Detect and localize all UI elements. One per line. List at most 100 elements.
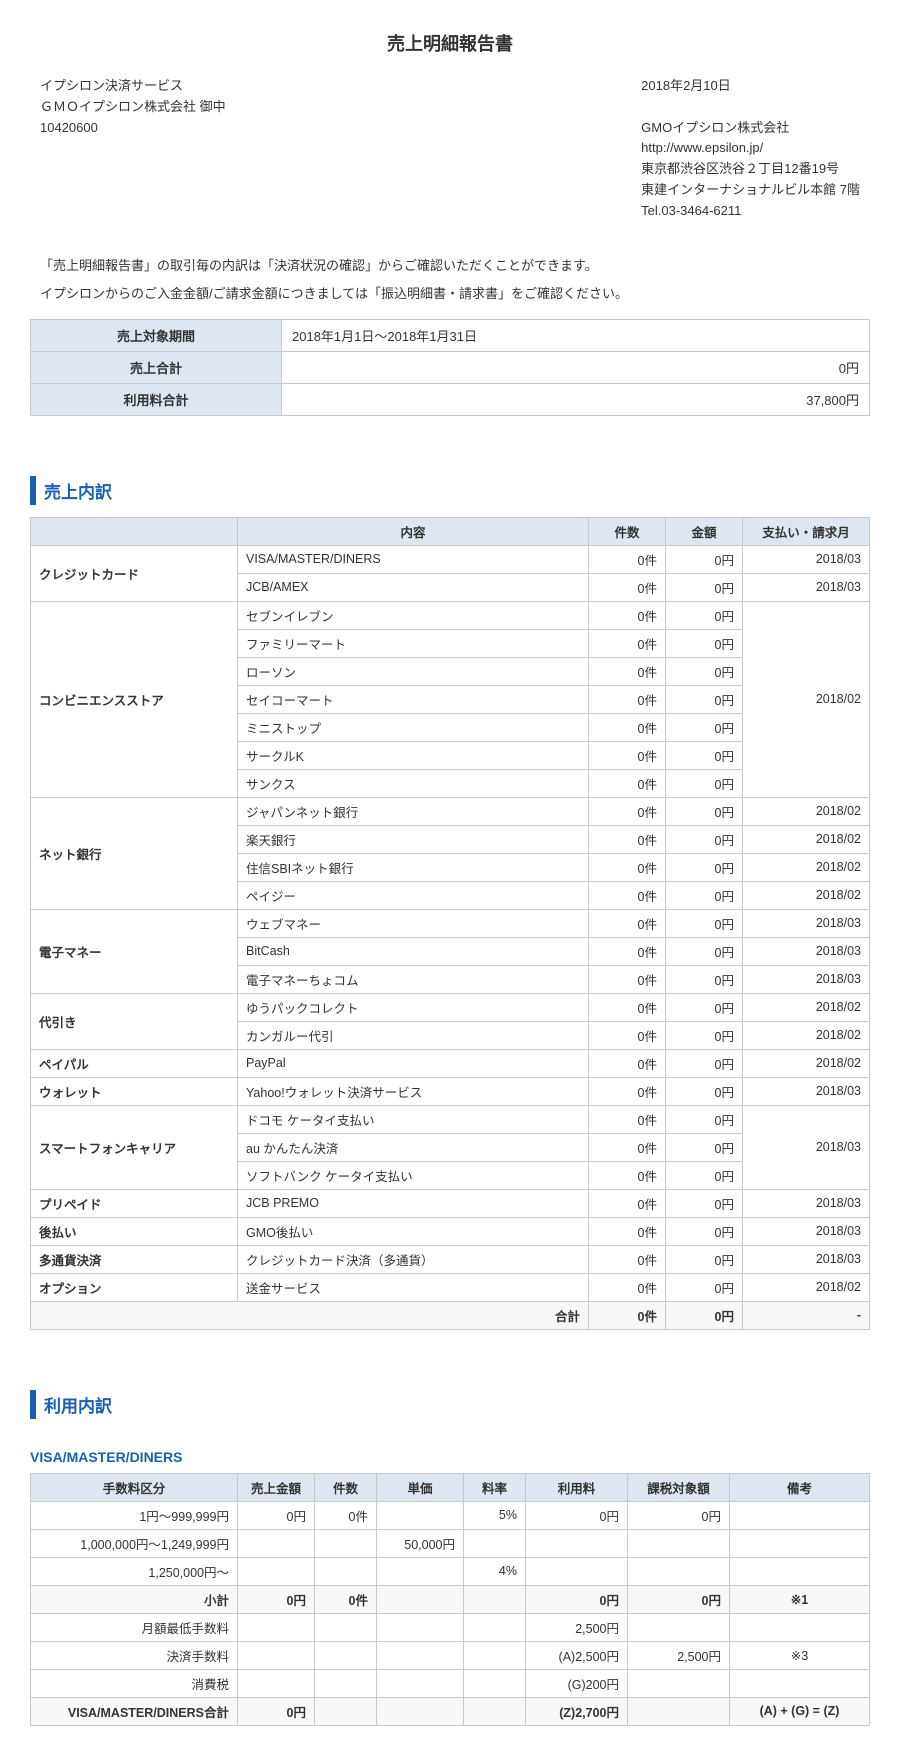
fee-col2: 売上金額 [238, 1473, 315, 1501]
fee-cell [315, 1669, 377, 1697]
month-cell: 2018/02 [743, 601, 870, 797]
month-cell: 2018/03 [743, 909, 870, 937]
fee-cell [238, 1529, 315, 1557]
fee-cell [628, 1669, 730, 1697]
fee-cell [238, 1613, 315, 1641]
amount-cell: 0円 [666, 797, 743, 825]
category-cell: クレジットカード [31, 545, 238, 601]
content-cell: VISA/MASTER/DINERS [238, 545, 589, 573]
count-cell: 0件 [589, 909, 666, 937]
count-cell: 0件 [589, 741, 666, 769]
month-cell: 2018/02 [743, 881, 870, 909]
fee-cell: 0円 [238, 1501, 315, 1529]
content-cell: GMO後払い [238, 1217, 589, 1245]
fee-cell: (Z)2,700円 [526, 1697, 628, 1725]
table-row: 1,250,000円～4% [31, 1557, 870, 1585]
amount-cell: 0円 [666, 741, 743, 769]
category-cell: コンビニエンスストア [31, 601, 238, 797]
content-cell: セイコーマート [238, 685, 589, 713]
count-cell: 0件 [589, 1021, 666, 1049]
category-cell: ペイパル [31, 1049, 238, 1077]
month-cell: 2018/03 [743, 1189, 870, 1217]
content-cell: ファミリーマート [238, 629, 589, 657]
table-row: コンビニエンスストアセブンイレブン0件0円2018/02 [31, 601, 870, 629]
count-cell: 0件 [589, 965, 666, 993]
month-cell: 2018/02 [743, 825, 870, 853]
fee-cell: ※1 [730, 1585, 870, 1613]
table-row: オプション送金サービス0件0円2018/02 [31, 1273, 870, 1301]
month-cell: 2018/03 [743, 937, 870, 965]
content-cell: 住信SBIネット銀行 [238, 853, 589, 881]
fee-cell [464, 1697, 526, 1725]
fee-cell [628, 1613, 730, 1641]
count-cell: 0件 [589, 1217, 666, 1245]
table-row: スマートフォンキャリアドコモ ケータイ支払い0件0円2018/03 [31, 1105, 870, 1133]
amount-cell: 0円 [666, 573, 743, 601]
content-cell: JCB PREMO [238, 1189, 589, 1217]
summary-period: 2018年1月1日～2018年1月31日 [282, 319, 870, 351]
count-cell: 0件 [589, 1105, 666, 1133]
amount-cell: 0円 [666, 993, 743, 1021]
fee-cell [526, 1557, 628, 1585]
fee-cell: 0件 [315, 1501, 377, 1529]
count-cell: 0件 [589, 1273, 666, 1301]
amount-cell: 0円 [666, 825, 743, 853]
count-cell: 0件 [589, 797, 666, 825]
count-cell: 0件 [589, 853, 666, 881]
col-month: 支払い・請求月 [743, 517, 870, 545]
fee-cell [315, 1641, 377, 1669]
fee-col1: 手数料区分 [31, 1473, 238, 1501]
table-row: ネット銀行ジャパンネット銀行0件0円2018/02 [31, 797, 870, 825]
amount-cell: 0円 [666, 1189, 743, 1217]
table-row: 月額最低手数料2,500円 [31, 1613, 870, 1641]
fee-cell [315, 1697, 377, 1725]
content-cell: JCB/AMEX [238, 573, 589, 601]
category-cell: 後払い [31, 1217, 238, 1245]
category-cell: 多通貨決済 [31, 1245, 238, 1273]
total-label: 合計 [31, 1301, 589, 1329]
count-cell: 0件 [589, 629, 666, 657]
content-cell: BitCash [238, 937, 589, 965]
fee-cell: (G)200円 [526, 1669, 628, 1697]
recipient-line: ＧＭＯイプシロン株式会社 御中 [40, 97, 226, 118]
fee-col5: 料率 [464, 1473, 526, 1501]
fee-cell [238, 1641, 315, 1669]
summary-fee: 37,800円 [282, 383, 870, 415]
content-cell: カンガルー代引 [238, 1021, 589, 1049]
category-cell: オプション [31, 1273, 238, 1301]
month-cell: 2018/02 [743, 853, 870, 881]
fee-cell: 5% [464, 1501, 526, 1529]
count-cell: 0件 [589, 1049, 666, 1077]
issuer-addr: 東建インターナショナルビル本館 7階 [641, 180, 860, 201]
fee-cell: 0件 [315, 1585, 377, 1613]
amount-cell: 0円 [666, 657, 743, 685]
fee-cell [730, 1557, 870, 1585]
fee-cell [377, 1557, 464, 1585]
content-cell: 送金サービス [238, 1273, 589, 1301]
col-blank [31, 517, 238, 545]
fee-cell: 消費税 [31, 1669, 238, 1697]
fee-col6: 利用料 [526, 1473, 628, 1501]
amount-cell: 0円 [666, 713, 743, 741]
content-cell: クレジットカード決済（多通貨） [238, 1245, 589, 1273]
month-cell: 2018/03 [743, 573, 870, 601]
fee-cell [377, 1697, 464, 1725]
table-row: 代引きゆうパックコレクト0件0円2018/02 [31, 993, 870, 1021]
amount-cell: 0円 [666, 881, 743, 909]
count-cell: 0件 [589, 657, 666, 685]
col-count: 件数 [589, 517, 666, 545]
month-cell: 2018/02 [743, 993, 870, 1021]
table-row: クレジットカードVISA/MASTER/DINERS0件0円2018/03 [31, 545, 870, 573]
fee-cell [730, 1501, 870, 1529]
content-cell: サークルK [238, 741, 589, 769]
content-cell: ペイジー [238, 881, 589, 909]
count-cell: 0件 [589, 685, 666, 713]
count-cell: 0件 [589, 545, 666, 573]
fee-cell [464, 1669, 526, 1697]
count-cell: 0件 [589, 881, 666, 909]
fee-cell [377, 1613, 464, 1641]
month-cell: 2018/02 [743, 1049, 870, 1077]
amount-cell: 0円 [666, 1217, 743, 1245]
content-cell: ローソン [238, 657, 589, 685]
fee-cell: 0円 [238, 1697, 315, 1725]
